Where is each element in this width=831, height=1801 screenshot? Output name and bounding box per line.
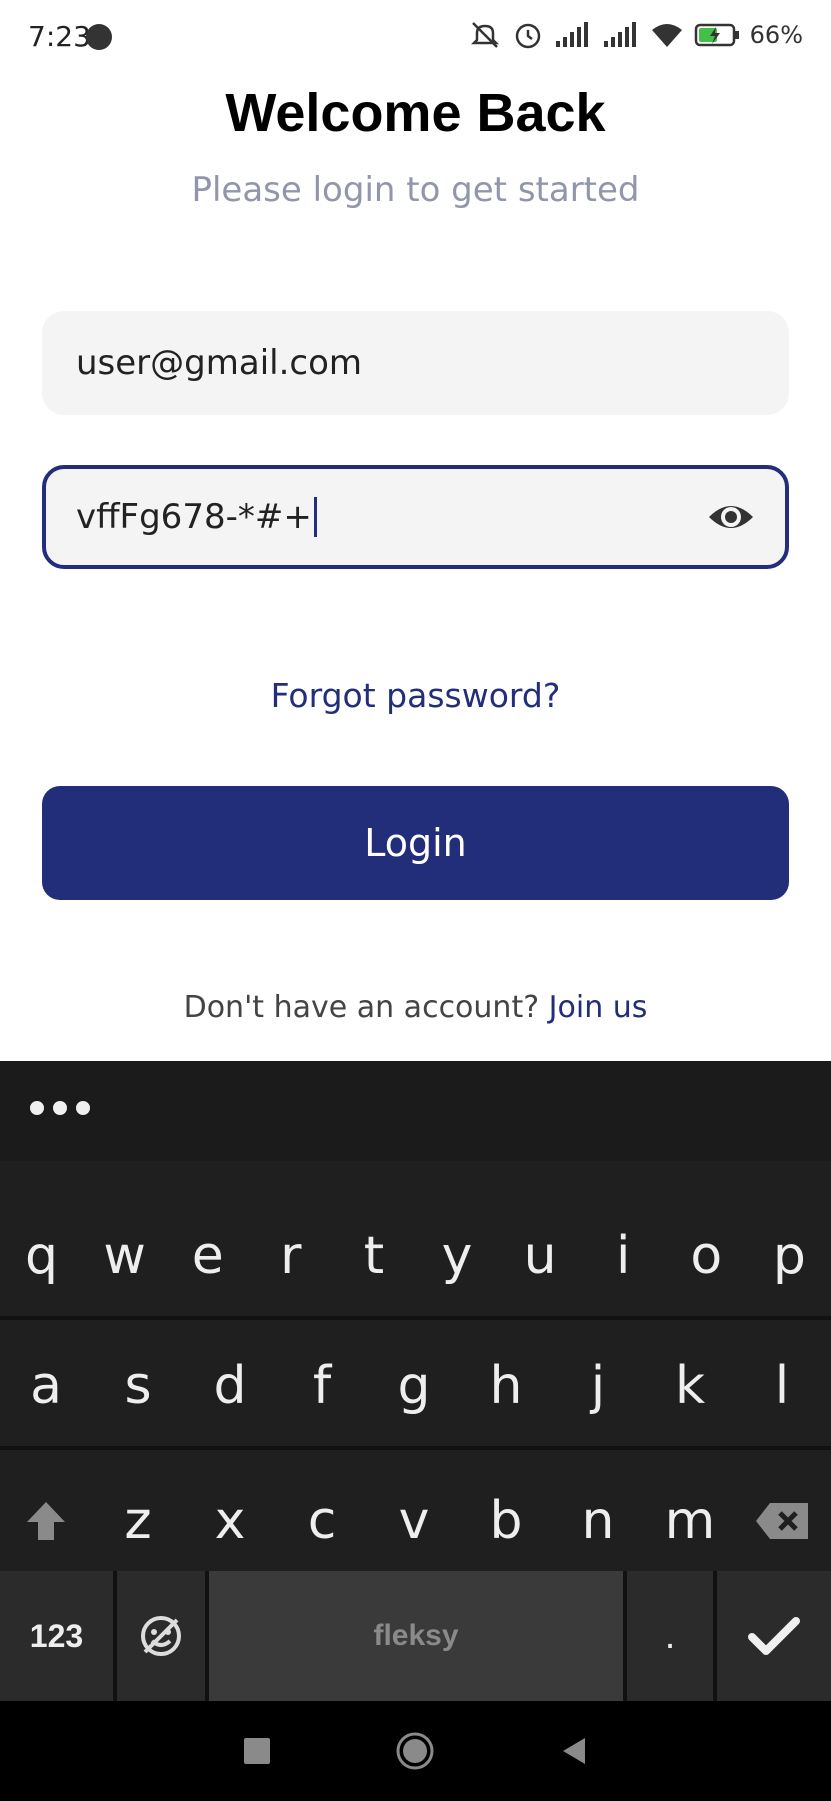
- signal-icon: [555, 22, 588, 47]
- key[interactable]: w: [83, 1196, 166, 1316]
- key[interactable]: m: [644, 1461, 736, 1581]
- recents-button[interactable]: [242, 1736, 272, 1766]
- key[interactable]: i: [582, 1196, 665, 1316]
- emoji-key[interactable]: [117, 1571, 205, 1701]
- enter-key[interactable]: [717, 1571, 831, 1701]
- login-button[interactable]: Login: [42, 786, 789, 900]
- key[interactable]: l: [736, 1326, 828, 1446]
- key[interactable]: q: [0, 1196, 83, 1316]
- password-field[interactable]: vffFg678-*#+: [42, 465, 789, 569]
- key[interactable]: v: [368, 1461, 460, 1581]
- alarm-icon: [515, 23, 540, 49]
- home-button[interactable]: [395, 1731, 435, 1771]
- key[interactable]: r: [249, 1196, 332, 1316]
- key[interactable]: t: [332, 1196, 415, 1316]
- page-title: Welcome Back: [225, 83, 606, 143]
- key[interactable]: f: [276, 1326, 368, 1446]
- wifi-icon: [651, 24, 682, 47]
- battery-icon: [694, 23, 739, 47]
- password-value: vffFg678-*#+: [76, 497, 312, 537]
- keyboard-row-2: a s d f g h j k l: [0, 1326, 831, 1450]
- numbers-key[interactable]: 123: [0, 1571, 113, 1701]
- key[interactable]: y: [415, 1196, 498, 1316]
- password-value-wrap: vffFg678-*#+: [76, 469, 317, 565]
- signup-prompt: Don't have an account? Join us: [0, 990, 831, 1025]
- keyboard-row-3: z x c v b n m: [0, 1461, 831, 1585]
- key[interactable]: d: [184, 1326, 276, 1446]
- key[interactable]: n: [552, 1461, 644, 1581]
- keyboard-toolbar: [0, 1061, 831, 1161]
- page-subtitle: Please login to get started: [191, 170, 640, 210]
- email-field[interactable]: user@gmail.com: [42, 311, 789, 415]
- battery-percent: 66%: [749, 21, 803, 49]
- key[interactable]: p: [748, 1196, 831, 1316]
- shift-icon: [27, 1502, 65, 1540]
- key[interactable]: e: [166, 1196, 249, 1316]
- key[interactable]: a: [0, 1326, 92, 1446]
- key[interactable]: k: [644, 1326, 736, 1446]
- key[interactable]: b: [460, 1461, 552, 1581]
- key[interactable]: j: [552, 1326, 644, 1446]
- eye-icon[interactable]: [707, 495, 755, 539]
- forgot-password-link[interactable]: Forgot password?: [0, 676, 831, 715]
- emoji-off-icon: [141, 1616, 181, 1656]
- join-us-link[interactable]: Join us: [549, 990, 648, 1025]
- key[interactable]: u: [499, 1196, 582, 1316]
- key[interactable]: x: [184, 1461, 276, 1581]
- key[interactable]: c: [276, 1461, 368, 1581]
- keyboard-bottom-row: 123 fleksy .: [0, 1571, 831, 1701]
- back-button[interactable]: [559, 1736, 589, 1766]
- backspace-key[interactable]: [736, 1461, 828, 1581]
- status-bar: 7:23 66%: [0, 0, 831, 76]
- signup-prompt-text: Don't have an account?: [183, 990, 549, 1025]
- signal-icon-2: [603, 22, 636, 47]
- key[interactable]: s: [92, 1326, 184, 1446]
- keyboard-row-1: q w e r t y u i o p: [0, 1196, 831, 1320]
- period-key[interactable]: .: [627, 1571, 713, 1701]
- shift-key[interactable]: [0, 1461, 92, 1581]
- key[interactable]: h: [460, 1326, 552, 1446]
- key[interactable]: o: [665, 1196, 748, 1316]
- status-time: 7:23: [28, 20, 91, 53]
- key[interactable]: z: [92, 1461, 184, 1581]
- mute-icon: [470, 22, 499, 48]
- navigation-bar: [0, 1701, 831, 1801]
- status-icons: 66%: [468, 18, 803, 52]
- more-options-icon[interactable]: [30, 1101, 90, 1115]
- backspace-icon: [756, 1503, 808, 1539]
- space-key[interactable]: fleksy: [209, 1571, 623, 1701]
- notification-icon: [86, 24, 112, 50]
- key[interactable]: g: [368, 1326, 460, 1446]
- text-cursor: [313, 497, 317, 537]
- checkmark-icon: [748, 1617, 800, 1655]
- email-value: user@gmail.com: [76, 343, 363, 383]
